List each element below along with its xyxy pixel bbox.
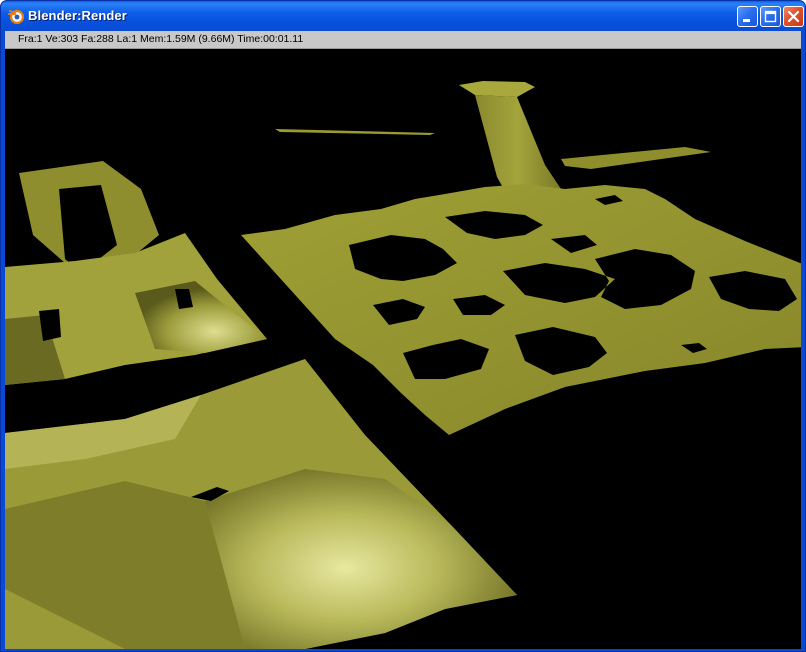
mesh-slab [561, 147, 711, 169]
render-viewport[interactable] [5, 49, 801, 649]
maximize-icon [764, 10, 777, 23]
title-bar[interactable]: Blender:Render [1, 1, 805, 31]
mesh-pillar-cap [459, 81, 535, 97]
mesh-strip [275, 129, 435, 135]
window-title: Blender:Render [28, 8, 127, 23]
minimize-icon [743, 19, 750, 22]
render-window: Blender:Render Fra:1 Ve:303 Fa:288 La:1 … [0, 0, 806, 652]
maximize-button[interactable] [760, 6, 781, 27]
rendered-scene [5, 81, 801, 649]
blender-icon[interactable] [8, 8, 25, 25]
render-stats-text: Fra:1 Ve:303 Fa:288 La:1 Mem:1.59M (9.66… [18, 33, 304, 45]
render-status-bar: Fra:1 Ve:303 Fa:288 La:1 Mem:1.59M (9.66… [5, 31, 801, 49]
close-button[interactable] [783, 6, 804, 27]
close-icon [787, 10, 800, 23]
mesh-terrain-shine [205, 469, 517, 649]
minimize-button[interactable] [737, 6, 758, 27]
